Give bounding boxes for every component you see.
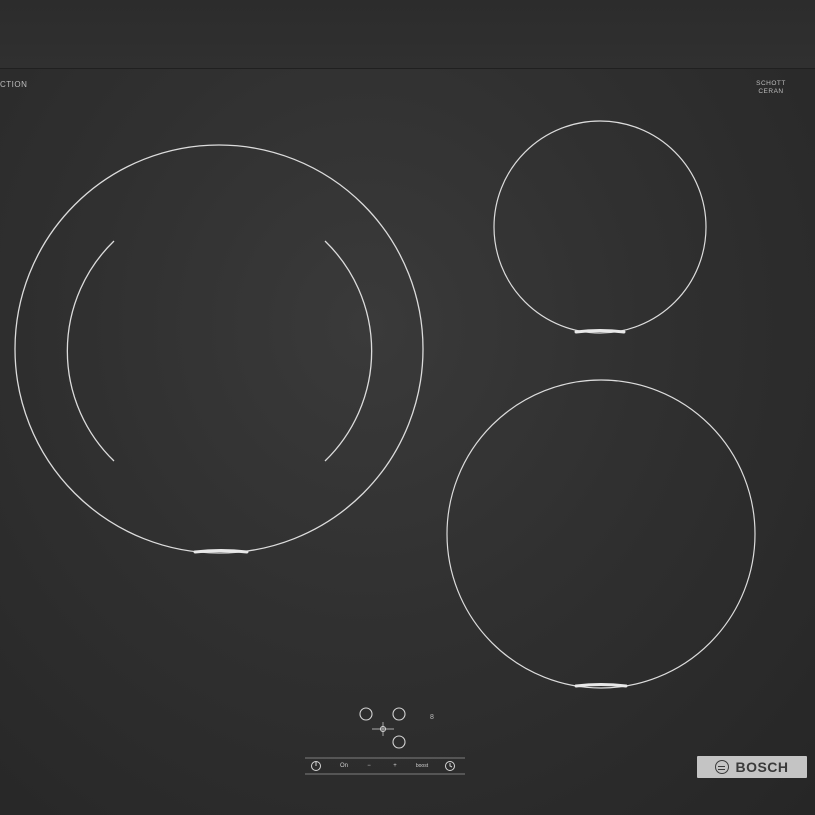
zone-inner-arc-right xyxy=(324,240,373,462)
zone-select-top-right-button[interactable] xyxy=(392,707,406,721)
cooking-zone-medium[interactable] xyxy=(446,379,756,689)
on-button[interactable]: On xyxy=(335,758,353,774)
cooking-zone-large[interactable] xyxy=(14,144,424,554)
cooktop-surface: CTION SCHOTT CERAN 8 On − + boost BOSCH xyxy=(0,0,815,815)
zone-indicator xyxy=(574,329,626,334)
zone-ring xyxy=(493,120,707,334)
zone-outer-ring xyxy=(14,144,424,554)
zone-ring xyxy=(446,379,756,689)
plus-button[interactable]: + xyxy=(387,758,403,774)
cooking-zone-small[interactable] xyxy=(493,120,707,334)
zone-selector xyxy=(359,707,406,749)
minus-button[interactable]: − xyxy=(361,758,377,774)
brand-name: BOSCH xyxy=(735,759,789,775)
bosch-emblem-icon xyxy=(715,760,730,774)
cooking-zones xyxy=(14,120,756,775)
zone-select-left-button[interactable] xyxy=(359,707,373,721)
zone-select-bottom-right-button[interactable] xyxy=(392,735,406,749)
zone-indicator xyxy=(574,683,628,688)
boost-button[interactable]: boost xyxy=(409,758,435,774)
bosch-badge: BOSCH xyxy=(697,756,807,778)
zone-display-digit: 8 xyxy=(430,714,434,721)
zone-inner-arc-left xyxy=(66,240,115,462)
control-strip: On − + boost xyxy=(305,758,465,774)
zone-indicator xyxy=(193,549,249,554)
